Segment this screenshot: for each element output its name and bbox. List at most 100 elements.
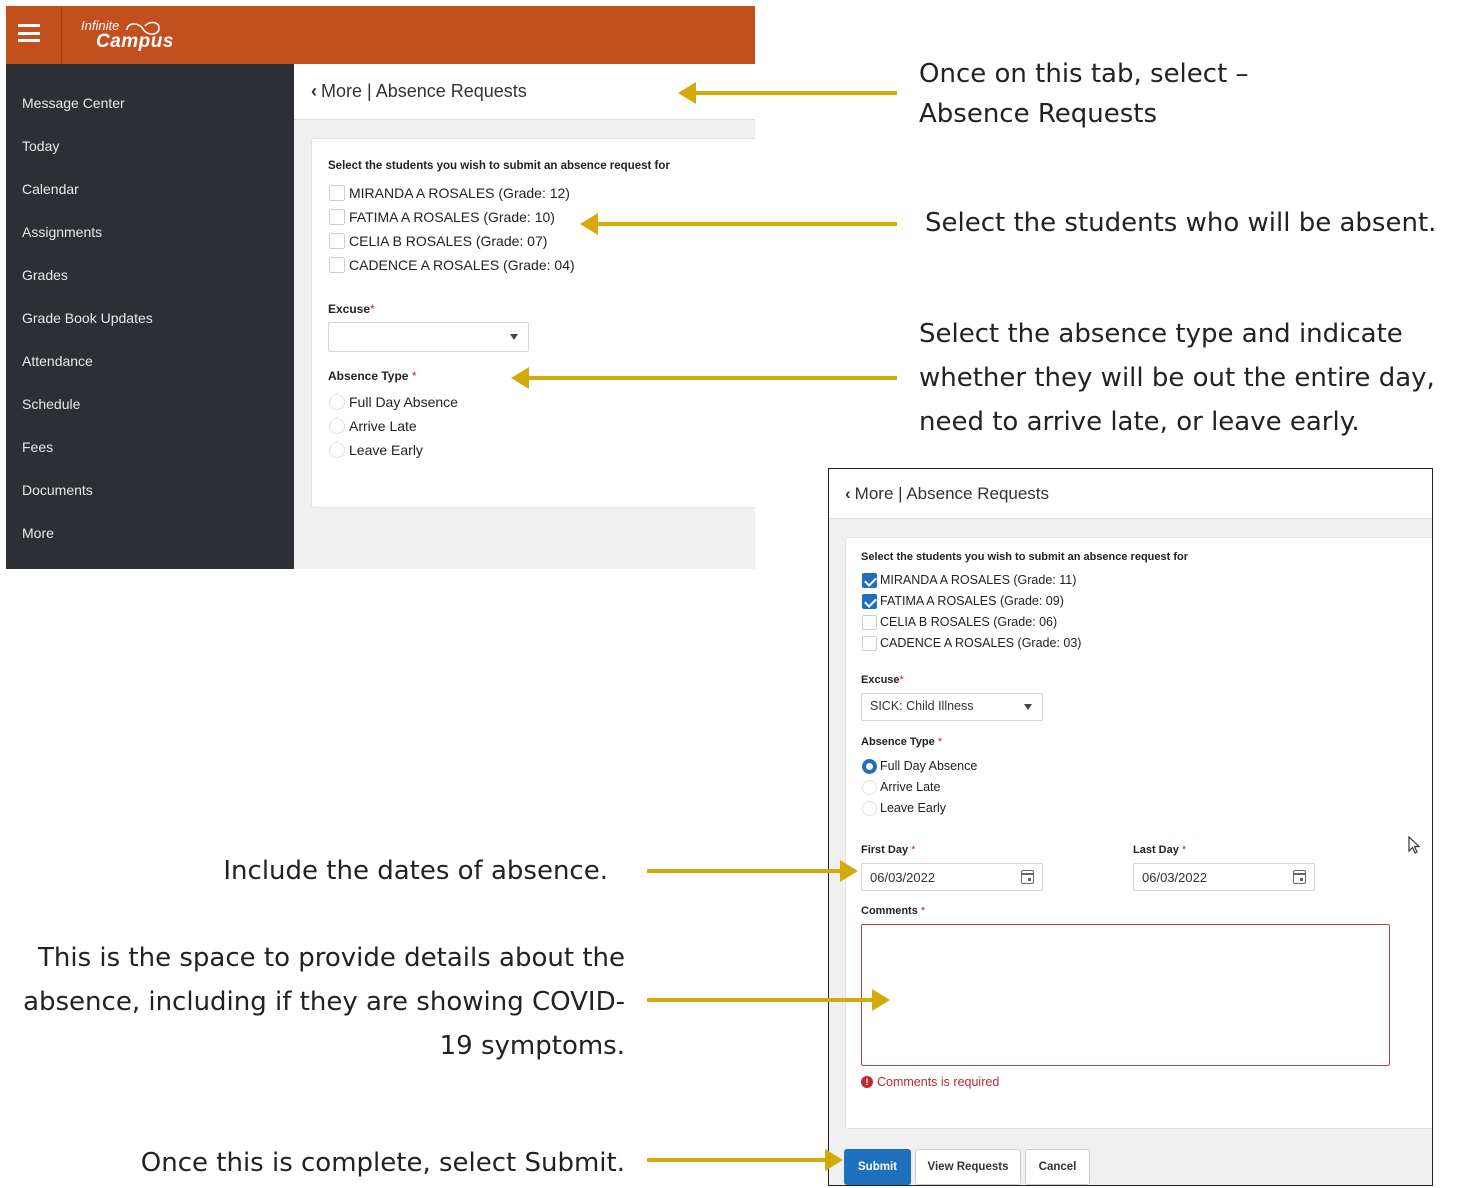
comments-textarea[interactable]	[861, 924, 1390, 1066]
absence-type-label: Absence Type *	[861, 736, 943, 748]
student-checkbox[interactable]	[329, 257, 345, 273]
calendar-icon[interactable]	[1021, 870, 1034, 884]
arrow-to-page-title	[678, 82, 897, 104]
sidebar-item-today[interactable]: Today	[22, 138, 59, 154]
chevron-left-icon: ‹	[845, 484, 851, 503]
page-title: More | Absence Requests	[854, 484, 1050, 503]
dropdown-caret-icon	[1024, 704, 1032, 710]
student-label[interactable]: FATIMA A ROSALES (Grade: 10)	[349, 209, 555, 225]
absence-type-radio[interactable]	[862, 780, 877, 795]
calendar-icon[interactable]	[1293, 870, 1306, 884]
last-day-label: Last Day *	[1133, 844, 1187, 856]
main-panel: ‹ More | Absence Requests Select the stud…	[294, 64, 755, 569]
sidebar-item-assignments[interactable]: Assignments	[22, 224, 102, 240]
screenshot-initial-form: Infinite Campus Message Center Today Cal…	[6, 6, 755, 569]
student-label[interactable]: MIRANDA A ROSALES (Grade: 11)	[880, 573, 1076, 587]
first-day-label: First Day *	[861, 844, 916, 856]
student-checkbox[interactable]	[862, 615, 877, 630]
last-day-value: 06/03/2022	[1142, 870, 1208, 885]
app-header: Infinite Campus	[6, 6, 755, 64]
absence-type-label-arrive-late[interactable]: Arrive Late	[349, 418, 417, 434]
student-label[interactable]: CELIA B ROSALES (Grade: 06)	[880, 615, 1057, 629]
student-checkbox[interactable]	[862, 573, 877, 588]
back-link[interactable]: ‹ More | Absence Requests	[845, 484, 1049, 504]
first-day-value: 06/03/2022	[870, 870, 936, 885]
annotation-dates: Include the dates of absence.	[223, 856, 608, 886]
absence-type-label-full-day[interactable]: Full Day Absence	[880, 759, 977, 773]
sidebar-nav: Message Center Today Calendar Assignment…	[6, 64, 294, 569]
student-label[interactable]: MIRANDA A ROSALES (Grade: 12)	[349, 185, 570, 201]
student-checkbox[interactable]	[862, 594, 877, 609]
error-icon: !	[861, 1076, 873, 1088]
sidebar-item-fees[interactable]: Fees	[22, 439, 53, 455]
last-day-input[interactable]: 06/03/2022	[1133, 863, 1315, 891]
comments-error-message: Comments is required	[877, 1075, 1000, 1089]
required-marker: *	[1181, 844, 1187, 856]
student-checkbox[interactable]	[862, 636, 877, 651]
absence-type-label-full-day[interactable]: Full Day Absence	[349, 394, 458, 410]
absence-type-radio-selected[interactable]	[862, 759, 877, 774]
required-marker: *	[911, 844, 916, 856]
absence-request-form: Select the students you wish to submit a…	[845, 537, 1432, 1129]
chevron-left-icon: ‹	[311, 81, 317, 101]
sidebar-item-documents[interactable]: Documents	[22, 482, 93, 498]
student-label[interactable]: FATIMA A ROSALES (Grade: 09)	[880, 594, 1064, 608]
first-day-input[interactable]: 06/03/2022	[861, 863, 1043, 891]
student-label[interactable]: CELIA B ROSALES (Grade: 07)	[349, 233, 547, 249]
sidebar-item-message-center[interactable]: Message Center	[22, 95, 125, 111]
student-checkbox[interactable]	[329, 233, 345, 249]
arrow-to-date-fields	[647, 860, 858, 882]
required-marker: *	[899, 674, 904, 686]
excuse-select[interactable]: SICK: Child Illness	[861, 693, 1043, 721]
annotation-students: Select the students who will be absent.	[925, 208, 1437, 238]
excuse-select[interactable]	[328, 322, 529, 352]
student-label[interactable]: CADENCE A ROSALES (Grade: 04)	[349, 257, 575, 273]
student-select-prompt: Select the students you wish to submit a…	[861, 551, 1189, 563]
sidebar-item-grade-book-updates[interactable]: Grade Book Updates	[22, 310, 153, 326]
student-checkbox[interactable]	[329, 209, 345, 225]
absence-type-radio[interactable]	[862, 801, 877, 816]
absence-request-form: Select the students you wish to submit a…	[311, 138, 755, 508]
screenshot-completed-form: ‹ More | Absence Requests Select the stud…	[828, 468, 1433, 1186]
arrow-to-submit	[647, 1149, 843, 1171]
arrow-to-student-list	[580, 213, 897, 235]
student-label[interactable]: CADENCE A ROSALES (Grade: 03)	[880, 636, 1081, 650]
sidebar-item-schedule[interactable]: Schedule	[22, 396, 80, 412]
back-link[interactable]: ‹ More | Absence Requests	[311, 81, 527, 102]
absence-type-label-leave-early[interactable]: Leave Early	[349, 442, 423, 458]
annotation-submit: Once this is complete, select Submit.	[140, 1148, 625, 1178]
header-divider	[61, 6, 62, 64]
logo-infinity-icon	[126, 21, 160, 35]
submit-button[interactable]: Submit	[844, 1149, 911, 1185]
required-marker: *	[920, 905, 926, 917]
student-checkbox[interactable]	[329, 185, 345, 201]
cancel-button[interactable]: Cancel	[1025, 1149, 1090, 1185]
page-title: More | Absence Requests	[321, 81, 527, 101]
sidebar-item-more[interactable]: More	[22, 525, 54, 541]
required-marker: *	[370, 302, 375, 316]
comments-label: Comments *	[861, 905, 926, 917]
mouse-cursor-icon	[1408, 836, 1421, 854]
excuse-label: Excuse*	[861, 674, 904, 686]
absence-type-label: Absence Type *	[328, 369, 417, 383]
page-header: ‹ More | Absence Requests	[829, 469, 1432, 519]
excuse-value: SICK: Child Illness	[870, 699, 974, 713]
annotation-absence-type: Select the absence type and indicate whe…	[919, 319, 1435, 437]
hamburger-menu-icon[interactable]	[18, 24, 40, 42]
absence-type-label-arrive-late[interactable]: Arrive Late	[880, 780, 940, 794]
view-requests-button[interactable]: View Requests	[915, 1149, 1021, 1185]
infinite-campus-logo[interactable]: Infinite Campus	[81, 16, 191, 56]
sidebar-item-attendance[interactable]: Attendance	[22, 353, 93, 369]
absence-type-radio[interactable]	[329, 394, 345, 410]
annotation-comments: This is the space to provide details abo…	[23, 943, 625, 1061]
sidebar-item-calendar[interactable]: Calendar	[22, 181, 79, 197]
excuse-label: Excuse*	[328, 302, 375, 316]
required-marker: *	[411, 369, 417, 383]
required-marker: *	[937, 736, 943, 748]
absence-type-radio[interactable]	[329, 442, 345, 458]
arrow-to-comments	[647, 989, 890, 1011]
absence-type-radio[interactable]	[329, 418, 345, 434]
sidebar-item-grades[interactable]: Grades	[22, 267, 68, 283]
absence-type-label-leave-early[interactable]: Leave Early	[880, 801, 946, 815]
arrow-to-absence-type	[511, 367, 897, 389]
